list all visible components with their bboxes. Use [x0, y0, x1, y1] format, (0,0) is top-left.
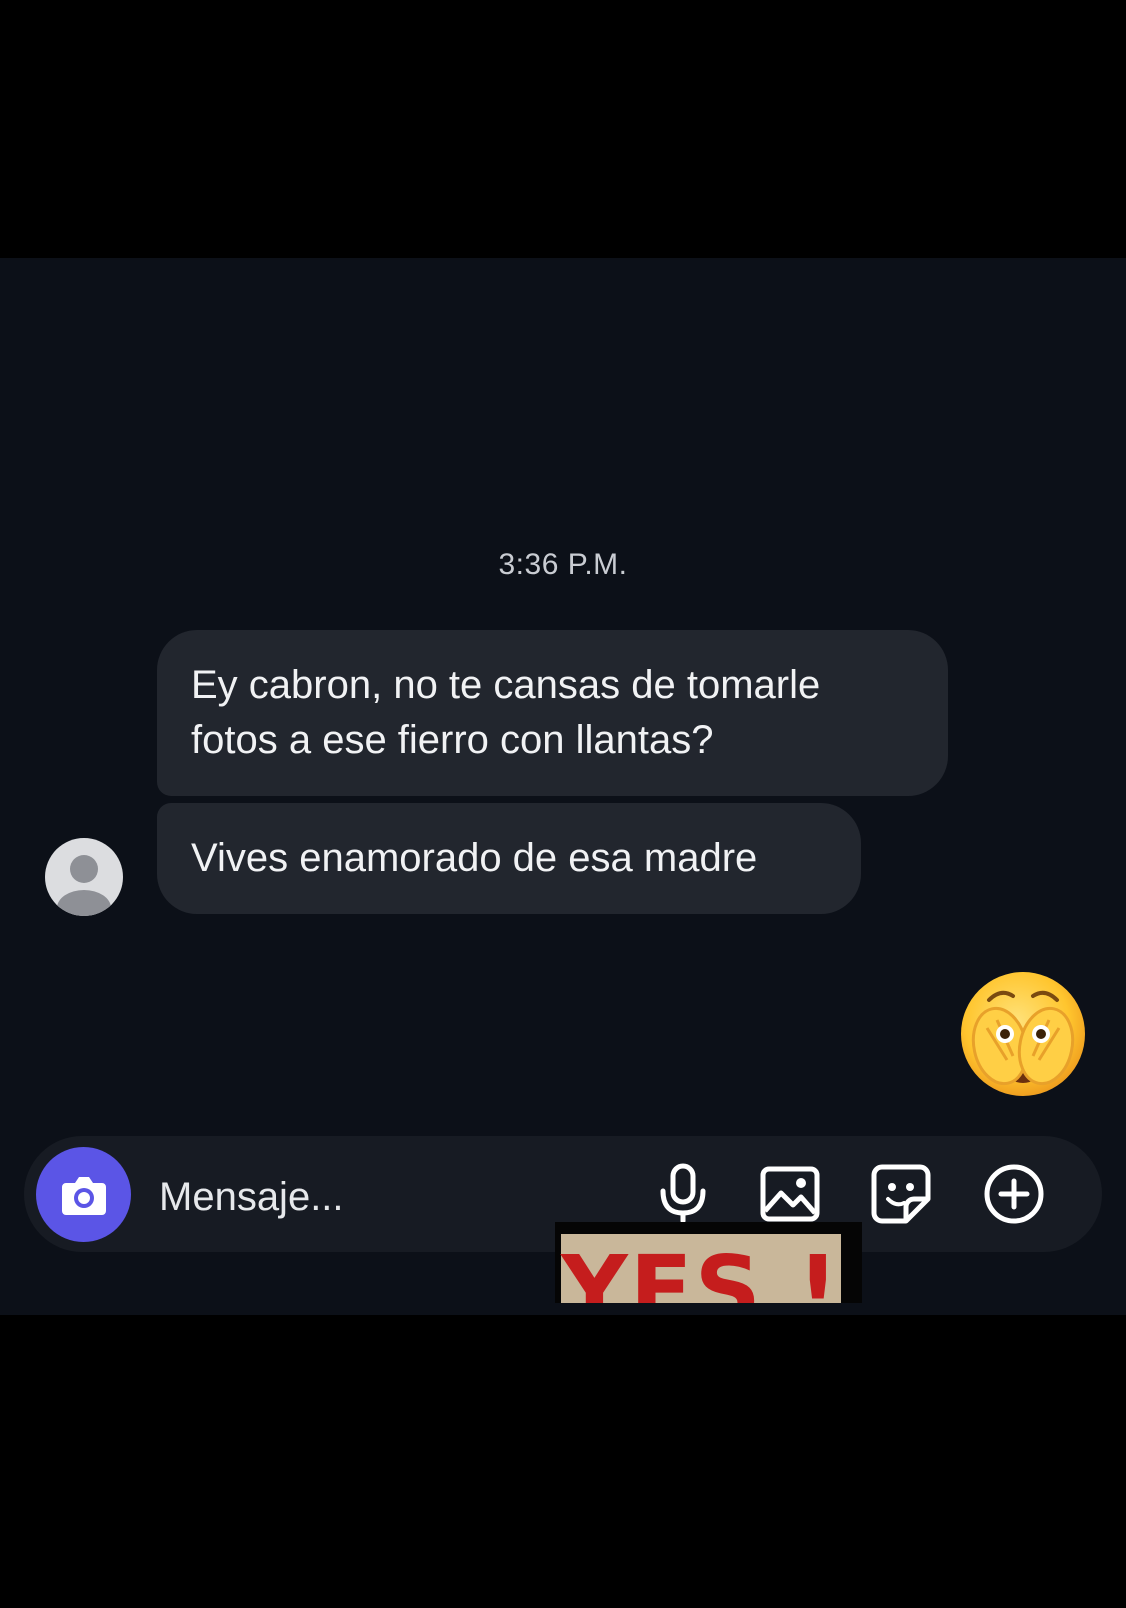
plus-circle-icon	[984, 1164, 1044, 1224]
camera-icon	[61, 1176, 106, 1215]
more-button[interactable]	[979, 1159, 1049, 1229]
yes-sign: YES !	[561, 1234, 841, 1303]
face-with-open-eyes-and-hand-over-mouth-emoji[interactable]	[955, 968, 1091, 1104]
message-input[interactable]	[157, 1166, 601, 1228]
chat-area: 3:36 P.M. Ey cabron, no te cansas de tom…	[0, 258, 1126, 1315]
sticker-button[interactable]	[866, 1159, 936, 1229]
message-text-2: Vives enamorado de esa madre	[191, 836, 758, 880]
microphone-icon	[660, 1163, 706, 1224]
avatar[interactable]	[45, 838, 123, 916]
microphone-button[interactable]	[648, 1159, 718, 1229]
yes-sticker-text: YES !	[561, 1236, 841, 1304]
gallery-button[interactable]	[755, 1159, 825, 1229]
image-icon	[760, 1166, 820, 1222]
message-text-1: Ey cabron, no te cansas de tomarle fotos…	[191, 663, 821, 762]
sticker-icon	[871, 1164, 931, 1224]
message-bubble-1[interactable]: Ey cabron, no te cansas de tomarle fotos…	[157, 630, 948, 796]
default-user-icon	[57, 855, 111, 916]
message-bubble-2[interactable]: Vives enamorado de esa madre	[157, 803, 861, 914]
camera-button[interactable]	[36, 1147, 131, 1242]
message-timestamp: 3:36 P.M.	[498, 548, 628, 581]
yes-sticker-overlay: YES !	[555, 1222, 862, 1303]
